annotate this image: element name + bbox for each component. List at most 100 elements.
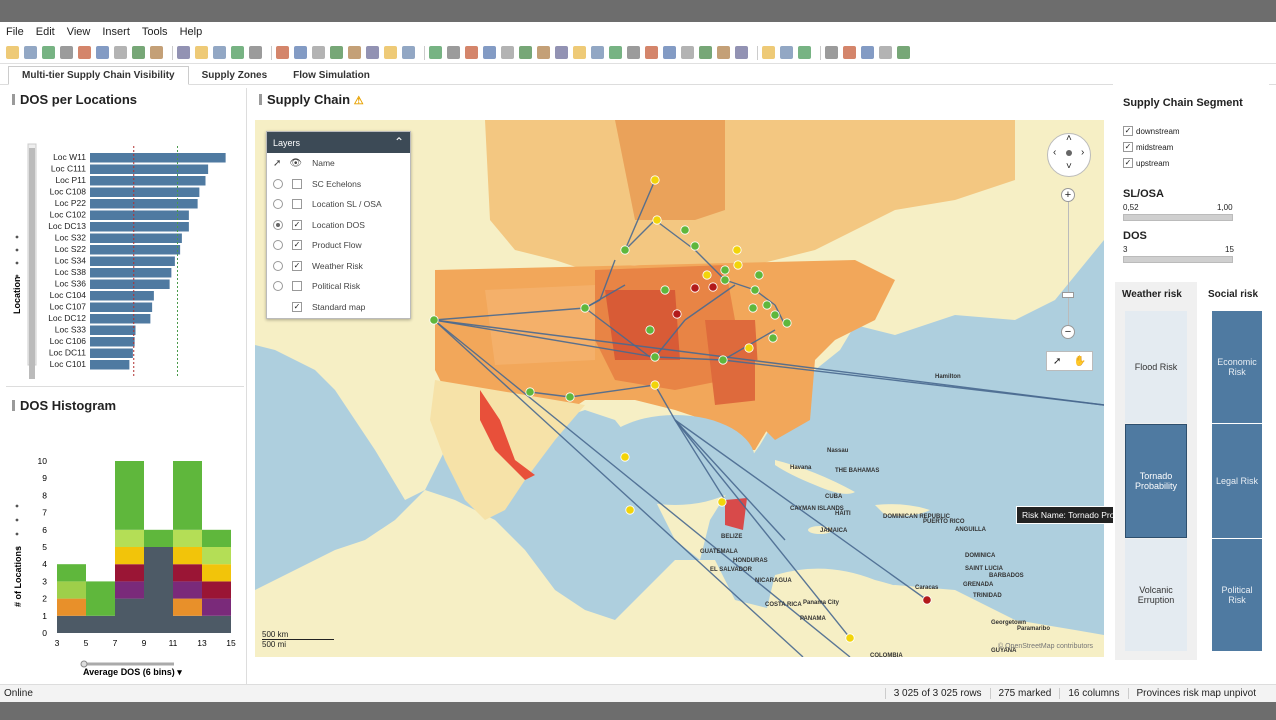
dos-slider[interactable]	[1123, 256, 1233, 263]
check-upstream[interactable]: ✓ upstream	[1123, 158, 1169, 168]
layer-visibility-checkbox[interactable]: ✓	[292, 240, 302, 251]
risk-economic[interactable]: Economic Risk	[1212, 311, 1262, 423]
menu-help[interactable]: Help	[174, 26, 209, 38]
checkbox-icon[interactable]: ✓	[1123, 142, 1133, 152]
toolbar-tool-icon[interactable]	[177, 46, 190, 59]
toolbar-tool-icon[interactable]	[897, 46, 910, 59]
toolbar-tool-icon[interactable]	[537, 46, 550, 59]
toolbar-tool-icon[interactable]	[663, 46, 676, 59]
layer-visibility-checkbox[interactable]	[292, 199, 302, 210]
toolbar-tool-icon[interactable]	[384, 46, 397, 59]
layer-row[interactable]: Location SL / OSA	[267, 194, 410, 215]
layer-visibility-checkbox[interactable]	[292, 281, 302, 292]
toolbar-tool-icon[interactable]	[114, 46, 127, 59]
toolbar-tool-icon[interactable]	[6, 46, 19, 59]
tab-supply-zones[interactable]: Supply Zones	[189, 67, 281, 84]
layer-row[interactable]: ✓ Product Flow	[267, 235, 410, 256]
toolbar-tool-icon[interactable]	[798, 46, 811, 59]
toolbar-tool-icon[interactable]	[213, 46, 226, 59]
toolbar-tool-icon[interactable]	[348, 46, 361, 59]
toolbar-tool-icon[interactable]	[681, 46, 694, 59]
layer-radio[interactable]	[273, 178, 283, 189]
toolbar-tool-icon[interactable]	[132, 46, 145, 59]
toolbar-tool-icon[interactable]	[555, 46, 568, 59]
toolbar-tool-icon[interactable]	[762, 46, 775, 59]
toolbar-tool-icon[interactable]	[402, 46, 415, 59]
layer-row[interactable]: ✓ Location DOS	[267, 215, 410, 236]
toolbar-tool-icon[interactable]	[366, 46, 379, 59]
hand-tool-icon[interactable]: ✋	[1074, 356, 1086, 367]
risk-volcanic[interactable]: Volcanic Erruption	[1125, 539, 1187, 651]
toolbar-tool-icon[interactable]	[501, 46, 514, 59]
layer-visibility-checkbox[interactable]: ✓	[292, 260, 302, 271]
toolbar-tool-icon[interactable]	[519, 46, 532, 59]
toolbar-tool-icon[interactable]	[96, 46, 109, 59]
tab-flow-simulation[interactable]: Flow Simulation	[280, 67, 383, 84]
toolbar-tool-icon[interactable]	[249, 46, 262, 59]
toolbar-tool-icon[interactable]	[78, 46, 91, 59]
toolbar-tool-icon[interactable]	[843, 46, 856, 59]
toolbar-tool-icon[interactable]	[717, 46, 730, 59]
layer-row[interactable]: Political Risk	[267, 276, 410, 297]
risk-legal[interactable]: Legal Risk	[1212, 424, 1262, 538]
risk-tornado[interactable]: Tornado Probability	[1125, 424, 1187, 538]
toolbar-tool-icon[interactable]	[483, 46, 496, 59]
sl-osa-slider[interactable]	[1123, 214, 1233, 221]
layer-row[interactable]: SC Echelons	[267, 174, 410, 195]
toolbar-tool-icon[interactable]	[312, 46, 325, 59]
status-table[interactable]: Provinces risk map unpivot	[1127, 688, 1276, 699]
layer-radio[interactable]	[273, 281, 283, 292]
check-midstream[interactable]: ✓ midstream	[1123, 142, 1173, 152]
zoom-in-icon[interactable]: +	[1061, 188, 1075, 202]
toolbar-tool-icon[interactable]	[294, 46, 307, 59]
risk-flood[interactable]: Flood Risk	[1125, 311, 1187, 423]
checkbox-icon[interactable]: ✓	[1123, 158, 1133, 168]
pan-down-icon[interactable]: ˅	[1066, 161, 1072, 172]
pan-center-icon[interactable]	[1066, 150, 1072, 156]
menu-tools[interactable]: Tools	[136, 26, 174, 38]
menu-view[interactable]: View	[61, 26, 97, 38]
tab-supply-chain-visibility[interactable]: Multi-tier Supply Chain Visibility	[8, 66, 189, 85]
risk-political[interactable]: Political Risk	[1212, 539, 1262, 651]
toolbar-tool-icon[interactable]	[879, 46, 892, 59]
layer-radio[interactable]	[273, 199, 283, 210]
pan-up-icon[interactable]: ˄	[1066, 133, 1072, 144]
toolbar-tool-icon[interactable]	[573, 46, 586, 59]
toolbar-tool-icon[interactable]	[150, 46, 163, 59]
layer-radio[interactable]	[273, 240, 283, 251]
menu-file[interactable]: File	[0, 26, 30, 38]
collapse-icon[interactable]: ⌃	[394, 135, 404, 149]
toolbar-tool-icon[interactable]	[609, 46, 622, 59]
toolbar-tool-icon[interactable]	[330, 46, 343, 59]
toolbar-tool-icon[interactable]	[60, 46, 73, 59]
toolbar-tool-icon[interactable]	[861, 46, 874, 59]
toolbar-tool-icon[interactable]	[627, 46, 640, 59]
menu-insert[interactable]: Insert	[96, 26, 136, 38]
layer-visibility-checkbox[interactable]: ✓	[292, 219, 302, 230]
layer-radio[interactable]	[273, 260, 283, 271]
checkbox-icon[interactable]: ✓	[1123, 126, 1133, 136]
toolbar-tool-icon[interactable]	[699, 46, 712, 59]
toolbar-tool-icon[interactable]	[276, 46, 289, 59]
toolbar-tool-icon[interactable]	[42, 46, 55, 59]
check-downstream[interactable]: ✓ downstream	[1123, 126, 1180, 136]
menu-edit[interactable]: Edit	[30, 26, 61, 38]
toolbar-tool-icon[interactable]	[231, 46, 244, 59]
toolbar-tool-icon[interactable]	[645, 46, 658, 59]
toolbar-tool-icon[interactable]	[591, 46, 604, 59]
warning-icon[interactable]: ⚠	[354, 95, 364, 107]
layer-radio[interactable]	[273, 219, 283, 230]
layer-visibility-checkbox[interactable]: ✓	[292, 301, 302, 312]
toolbar-tool-icon[interactable]	[429, 46, 442, 59]
layer-row[interactable]: ✓ Standard map	[267, 297, 410, 318]
toolbar-tool-icon[interactable]	[447, 46, 460, 59]
zoom-slider-handle[interactable]	[1062, 292, 1074, 298]
toolbar-tool-icon[interactable]	[735, 46, 748, 59]
layer-visibility-checkbox[interactable]	[292, 178, 302, 189]
toolbar-tool-icon[interactable]	[780, 46, 793, 59]
toolbar-tool-icon[interactable]	[825, 46, 838, 59]
map-pan-control[interactable]: ˄ ‹ › ˅	[1047, 133, 1091, 177]
pan-right-icon[interactable]: ›	[1081, 147, 1084, 158]
toolbar-tool-icon[interactable]	[24, 46, 37, 59]
pan-left-icon[interactable]: ‹	[1053, 147, 1056, 158]
